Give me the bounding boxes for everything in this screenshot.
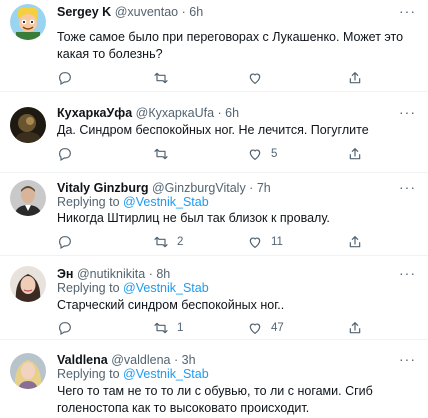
like-button[interactable]: 5 xyxy=(247,146,277,162)
tweet-header: КухаркаУфа @КухаркаUfa · 6h xyxy=(57,106,240,120)
like-button[interactable] xyxy=(247,70,271,86)
avatar[interactable] xyxy=(10,107,46,143)
like-count: 5 xyxy=(271,148,278,160)
retweet-button[interactable]: 1 xyxy=(153,320,183,336)
tweet[interactable]: Vitaly Ginzburg @GinzburgVitaly · 7h ···… xyxy=(0,174,428,256)
replying-to: Replying to @Vestnik_Stab xyxy=(57,281,209,295)
tweet-text: Старческий синдром беспокойных ног.. xyxy=(57,298,285,312)
share-icon xyxy=(347,146,363,162)
retweet-count: 2 xyxy=(177,236,184,248)
replying-to: Replying to @Vestnik_Stab xyxy=(57,367,209,381)
replying-to: Replying to @Vestnik_Stab xyxy=(57,195,209,209)
tweet-header: Vitaly Ginzburg @GinzburgVitaly · 7h xyxy=(57,181,271,195)
replying-prefix: Replying to xyxy=(57,367,120,381)
reply-icon xyxy=(57,234,73,250)
timestamp[interactable]: 6h xyxy=(189,5,203,19)
tweet-text: Никогда Штирлиц не был так близок к пров… xyxy=(57,211,330,225)
tweet-text: Да. Синдром беспокойных ног. Не лечится.… xyxy=(57,123,369,137)
tweet[interactable]: Эн @nutiknikita · 8h ··· Replying to @Ve… xyxy=(0,257,428,340)
share-button[interactable] xyxy=(347,146,363,162)
replying-prefix: Replying to xyxy=(57,281,120,295)
tweet-text: Тоже самое было при переговорах с Лукаше… xyxy=(57,30,404,61)
tweet-header: Эн @nutiknikita · 8h xyxy=(57,267,171,281)
user-handle[interactable]: @КухаркаUfa xyxy=(136,106,214,120)
share-icon xyxy=(347,320,363,336)
retweet-icon xyxy=(153,234,169,250)
tweet[interactable]: КухаркаУфа @КухаркаUfa · 6h ··· Да. Синд… xyxy=(0,93,428,173)
tweet[interactable]: Sergey K @xuventao · 6h ··· Тоже самое б… xyxy=(0,0,428,92)
retweet-button[interactable]: 2 xyxy=(153,234,183,250)
mention-link[interactable]: @Vestnik_Stab xyxy=(123,281,209,295)
user-handle[interactable]: @GinzburgVitaly xyxy=(152,181,246,195)
avatar[interactable] xyxy=(10,180,46,216)
like-icon xyxy=(247,146,263,162)
retweet-icon xyxy=(153,146,169,162)
reply-button[interactable] xyxy=(57,70,81,86)
display-name[interactable]: КухаркаУфа xyxy=(57,106,132,120)
tweet[interactable]: Valdlena @valdlena · 3h ··· Replying to … xyxy=(0,341,428,418)
share-button[interactable] xyxy=(347,320,363,336)
like-icon xyxy=(247,234,263,250)
reply-icon xyxy=(57,320,73,336)
more-icon[interactable]: ··· xyxy=(399,351,416,367)
like-button[interactable]: 11 xyxy=(247,234,283,250)
like-icon xyxy=(247,320,263,336)
reply-icon xyxy=(57,70,73,86)
timestamp[interactable]: 7h xyxy=(257,181,271,195)
like-icon xyxy=(247,70,263,86)
more-icon[interactable]: ··· xyxy=(399,265,416,281)
mention-link[interactable]: @Vestnik_Stab xyxy=(123,367,209,381)
more-icon[interactable]: ··· xyxy=(399,179,416,195)
like-count: 11 xyxy=(271,236,283,248)
user-handle[interactable]: @nutiknikita xyxy=(77,267,145,281)
retweet-count: 1 xyxy=(177,322,184,334)
display-name[interactable]: Vitaly Ginzburg xyxy=(57,181,148,195)
avatar[interactable] xyxy=(10,266,46,302)
tweet-actions: 5 xyxy=(57,146,397,162)
tweet-actions: 1 47 xyxy=(57,320,397,336)
retweet-icon xyxy=(153,70,169,86)
user-handle[interactable]: @valdlena xyxy=(111,353,170,367)
reply-button[interactable] xyxy=(57,234,81,250)
tweet-header: Valdlena @valdlena · 3h xyxy=(57,353,196,367)
reply-button[interactable] xyxy=(57,146,81,162)
timestamp[interactable]: 8h xyxy=(156,267,170,281)
tweet-actions xyxy=(57,70,397,86)
reply-icon xyxy=(57,146,73,162)
display-name[interactable]: Эн xyxy=(57,267,73,281)
user-handle[interactable]: @xuventao xyxy=(115,5,178,19)
share-button[interactable] xyxy=(347,70,363,86)
more-icon[interactable]: ··· xyxy=(399,3,416,19)
retweet-button[interactable] xyxy=(153,70,177,86)
display-name[interactable]: Sergey K xyxy=(57,5,111,19)
tweet-actions: 2 11 xyxy=(57,234,397,250)
like-button[interactable]: 47 xyxy=(247,320,284,336)
retweet-icon xyxy=(153,320,169,336)
share-button[interactable] xyxy=(347,234,363,250)
timestamp[interactable]: 3h xyxy=(182,353,196,367)
share-icon xyxy=(347,70,363,86)
more-icon[interactable]: ··· xyxy=(399,104,416,120)
reply-button[interactable] xyxy=(57,320,81,336)
tweet-header: Sergey K @xuventao · 6h xyxy=(57,5,204,19)
timestamp[interactable]: 6h xyxy=(225,106,239,120)
retweet-button[interactable] xyxy=(153,146,177,162)
avatar[interactable] xyxy=(10,4,46,40)
avatar[interactable] xyxy=(10,353,46,389)
replying-prefix: Replying to xyxy=(57,195,120,209)
mention-link[interactable]: @Vestnik_Stab xyxy=(123,195,209,209)
share-icon xyxy=(347,234,363,250)
tweet-text: Чего то там не то то ли с обувью, то ли … xyxy=(57,384,373,415)
display-name[interactable]: Valdlena xyxy=(57,353,108,367)
like-count: 47 xyxy=(271,322,284,334)
